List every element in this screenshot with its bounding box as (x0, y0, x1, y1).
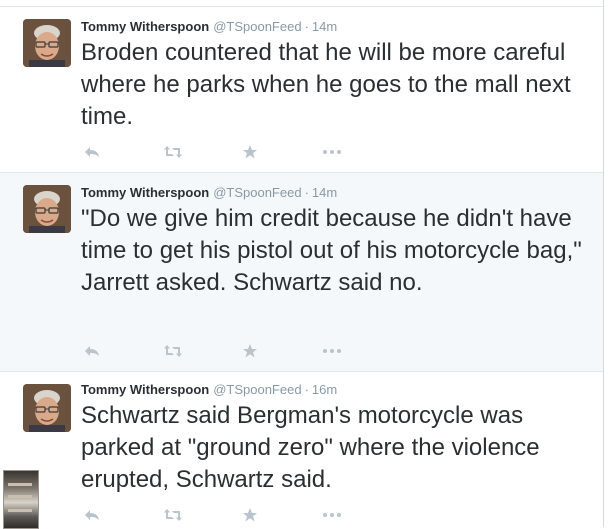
tweet-actions (81, 143, 381, 161)
tweet-text: Schwartz said Bergman's motorcycle was p… (81, 402, 540, 493)
more-button[interactable] (321, 143, 343, 161)
author-handle[interactable]: @TSpoonFeed (213, 185, 301, 200)
separator-dot: · (304, 382, 309, 397)
tweet[interactable]: Tommy Witherspoon @TSpoonFeed · 14m Broden … (0, 6, 603, 172)
avatar[interactable] (23, 19, 71, 67)
tweet-header: Tommy Witherspoon @TSpoonFeed · 14m (81, 19, 337, 35)
reply-button[interactable] (81, 506, 103, 524)
tweet-header: Tommy Witherspoon @TSpoonFeed · 16m (81, 382, 337, 398)
tweet-text: "Do we give him credit because he didn't… (81, 205, 582, 296)
corner-thumbnail-image (3, 470, 39, 529)
retweet-button[interactable] (162, 342, 184, 360)
retweet-icon (164, 509, 182, 521)
tweet-text: Broden countered that he will be more ca… (81, 39, 571, 130)
reply-button[interactable] (81, 342, 103, 360)
more-button[interactable] (321, 342, 343, 360)
more-button[interactable] (321, 506, 343, 524)
reply-icon (85, 510, 99, 520)
avatar-image (23, 384, 71, 432)
author-name[interactable]: Tommy Witherspoon (81, 19, 209, 34)
timeline: Tommy Witherspoon @TSpoonFeed · 14m Broden … (0, 0, 604, 527)
author-name[interactable]: Tommy Witherspoon (81, 185, 209, 200)
retweet-icon (164, 146, 182, 158)
author-name[interactable]: Tommy Witherspoon (81, 382, 209, 397)
avatar-image (23, 185, 71, 233)
retweet-button[interactable] (162, 143, 184, 161)
reply-icon (85, 147, 99, 157)
retweet-icon (164, 345, 182, 357)
timestamp-link[interactable]: 14m (312, 19, 337, 34)
star-icon (243, 508, 257, 522)
separator-dot: · (304, 185, 309, 200)
reply-button[interactable] (81, 143, 103, 161)
favorite-button[interactable] (239, 143, 261, 161)
author-handle[interactable]: @TSpoonFeed (213, 382, 301, 397)
tweet-actions (81, 506, 381, 524)
timestamp-link[interactable]: 16m (312, 382, 337, 397)
avatar[interactable] (23, 384, 71, 432)
avatar[interactable] (23, 185, 71, 233)
more-icon (323, 150, 341, 154)
star-icon (243, 145, 257, 159)
tweet[interactable]: Tommy Witherspoon @TSpoonFeed · 16m Schwart… (0, 371, 603, 527)
more-icon (323, 513, 341, 517)
reply-icon (85, 346, 99, 356)
tweet[interactable]: Tommy Witherspoon @TSpoonFeed · 14m "Do we … (0, 172, 603, 371)
retweet-button[interactable] (162, 506, 184, 524)
timestamp-link[interactable]: 14m (312, 185, 337, 200)
tweet-header: Tommy Witherspoon @TSpoonFeed · 14m (81, 185, 337, 201)
avatar-image (23, 19, 71, 67)
favorite-button[interactable] (239, 342, 261, 360)
star-icon (243, 344, 257, 358)
tweet-actions (81, 342, 381, 360)
favorite-button[interactable] (239, 506, 261, 524)
more-icon (323, 349, 341, 353)
author-handle[interactable]: @TSpoonFeed (213, 19, 301, 34)
separator-dot: · (304, 19, 309, 34)
